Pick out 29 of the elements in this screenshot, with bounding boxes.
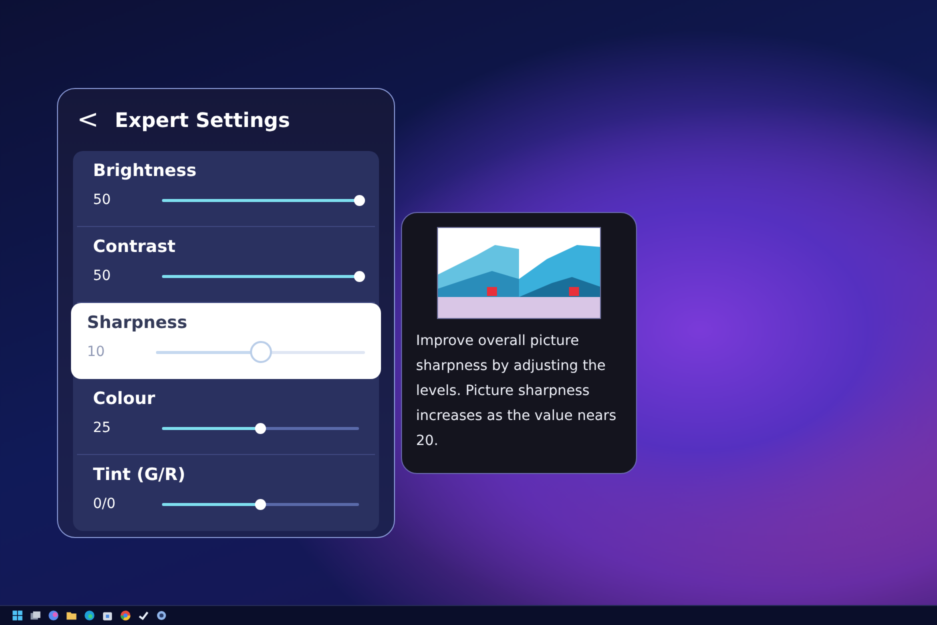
gear-icon[interactable] [155,609,168,622]
setting-row[interactable]: Sharpness 10 [71,303,381,379]
checkmark-icon[interactable] [137,609,150,622]
setting-label: Colour [93,389,156,409]
help-text: Improve overall picture sharpness by adjusting the levels. Picture sharpness increases as the value nears 20. [416,332,618,451]
app-icon[interactable] [47,609,60,622]
setting-value: 10 [87,344,106,360]
panel-title: Expert Settings [114,108,290,132]
setting-row[interactable]: Tint (G/R) 0/0 [77,455,375,531]
windows-logo-icon[interactable] [11,609,24,622]
setting-value: 0/0 [93,496,117,512]
slider-thumb[interactable] [255,422,266,434]
setting-value: 50 [93,268,112,284]
setting-value: 50 [93,192,112,208]
setting-label: Tint (G/R) [93,465,186,485]
slider-thumb[interactable] [354,270,364,282]
setting-row[interactable]: Colour 25 [77,379,375,455]
setting-label: Contrast [93,237,176,257]
slider-thumb[interactable] [354,194,364,206]
setting-row[interactable]: Brightness 50 [77,151,375,227]
browser-icon[interactable] [83,609,96,622]
task-view-icon[interactable] [29,609,42,622]
slider-thumb[interactable] [255,498,266,510]
browser-icon[interactable] [119,609,132,622]
setting-value: 25 [93,420,112,436]
slider-thumb[interactable] [250,341,272,363]
back-button[interactable]: < [73,105,103,135]
setting-label: Sharpness [87,313,188,333]
setting-label: Brightness [93,161,198,181]
